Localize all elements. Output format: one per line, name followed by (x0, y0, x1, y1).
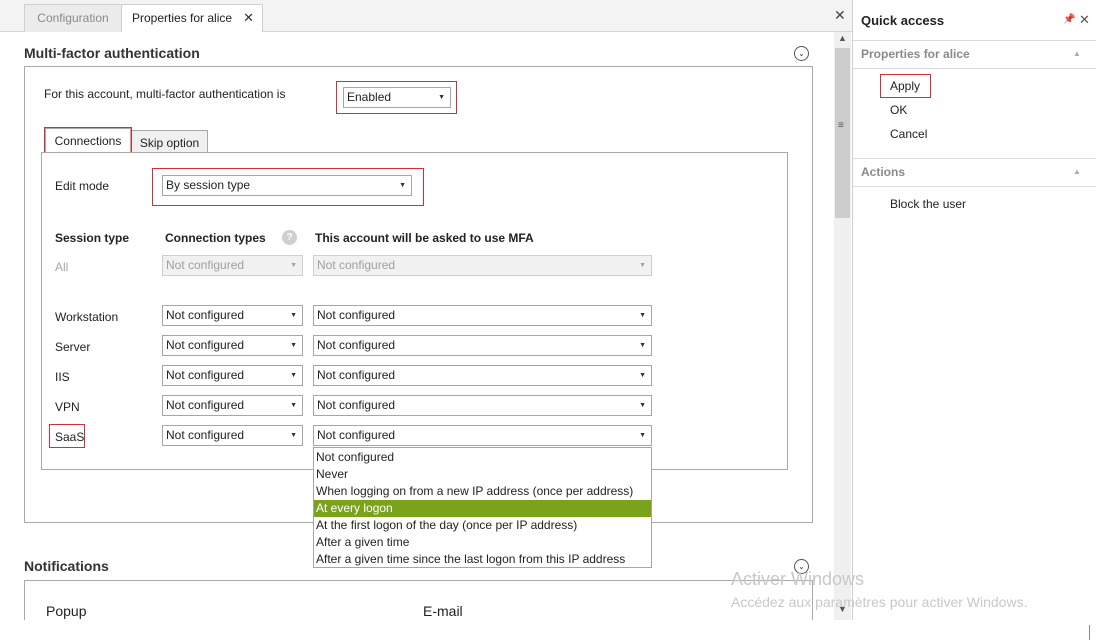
divider (853, 68, 1096, 69)
select-value: Not configured (166, 368, 245, 382)
help-icon[interactable]: ? (282, 230, 297, 245)
select-value: Not configured (166, 258, 245, 272)
collapse-mfa-icon[interactable]: ⌄ (794, 46, 809, 61)
grip-icon: ≡ (838, 120, 844, 131)
quick-access-title: Quick access (861, 13, 945, 28)
dropdown-option[interactable]: After a given time (314, 534, 651, 551)
session-type-server: Server (55, 340, 91, 354)
session-type-vpn: VPN (55, 400, 80, 414)
qa-section-properties: Properties for alice (861, 47, 970, 61)
chevron-down-icon: ▼ (290, 262, 297, 269)
dropdown-option[interactable]: Never (314, 466, 651, 483)
main-scrollbar[interactable]: ▲ ≡ ▼ (834, 32, 851, 620)
select-value: Not configured (166, 338, 245, 352)
edit-mode-label: Edit mode (55, 179, 110, 193)
chevron-down-icon: ▼ (639, 342, 646, 349)
session-type-iis: IIS (55, 370, 70, 384)
select-value: Not configured (317, 308, 396, 322)
connection-type-select-iis[interactable]: Not configured ▼ (162, 365, 303, 386)
dropdown-option[interactable]: When logging on from a new IP address (o… (314, 483, 651, 500)
select-value: Not configured (317, 428, 396, 442)
watermark-subtitle: Accédez aux paramètres pour activer Wind… (731, 594, 1028, 610)
collapse-icon[interactable]: ▲ (1073, 167, 1081, 176)
scroll-up-icon[interactable]: ▲ (834, 33, 851, 47)
chevron-down-icon: ▼ (290, 432, 297, 439)
pin-icon[interactable]: 📌 (1063, 14, 1075, 25)
collapse-icon[interactable]: ▲ (1073, 49, 1081, 58)
session-type-all: All (55, 260, 69, 274)
session-type-workstation: Workstation (55, 310, 119, 324)
email-label: E-mail (423, 603, 463, 619)
highlight-apply (880, 74, 931, 98)
dropdown-option-selected[interactable]: At every logon (314, 500, 651, 517)
separator (1089, 625, 1090, 640)
mfa-select-saas[interactable]: Not configured ▼ (313, 425, 652, 446)
chevron-down-icon: ▼ (639, 432, 646, 439)
column-ask-mfa: This account will be asked to use MFA (315, 231, 534, 245)
tab-configuration[interactable]: Configuration (24, 4, 122, 32)
column-session-type: Session type (55, 231, 130, 245)
block-user-button[interactable]: Block the user (890, 197, 966, 211)
select-value: Not configured (166, 428, 245, 442)
highlight-status (336, 81, 457, 114)
connection-type-select-vpn[interactable]: Not configured ▼ (162, 395, 303, 416)
divider (853, 40, 1096, 41)
close-icon[interactable]: ✕ (243, 5, 254, 31)
chevron-down-icon: ▼ (290, 312, 297, 319)
tab-label: Properties for alice (132, 11, 233, 25)
mfa-select-vpn[interactable]: Not configured ▼ (313, 395, 652, 416)
watermark-title: Activer Windows (731, 569, 865, 589)
dropdown-option[interactable]: Not configured (314, 449, 651, 466)
mfa-status-label: For this account, multi-factor authentic… (44, 87, 286, 101)
chevron-down-icon: ▼ (290, 342, 297, 349)
mfa-select-workstation[interactable]: Not configured ▼ (313, 305, 652, 326)
chevron-down-icon: ▼ (639, 312, 646, 319)
cancel-button[interactable]: Cancel (890, 127, 927, 141)
scroll-thumb[interactable] (835, 48, 850, 218)
chevron-down-icon: ▼ (639, 372, 646, 379)
highlight-edit-mode (152, 168, 424, 206)
notifications-title: Notifications (24, 558, 109, 574)
popup-label: Popup (46, 603, 87, 619)
dropdown-option[interactable]: After a given time since the last logon … (314, 551, 651, 568)
quick-access-panel: Quick access 📌 ✕ Properties for alice ▲ … (852, 0, 1096, 620)
mfa-section-title: Multi-factor authentication (24, 45, 200, 61)
bottom-bar (0, 620, 1096, 643)
document-tab-bar: Configuration Properties for alice ✕ (0, 0, 852, 33)
chevron-down-icon: ▼ (290, 372, 297, 379)
select-value: Not configured (317, 338, 396, 352)
mfa-select-server[interactable]: Not configured ▼ (313, 335, 652, 356)
divider (853, 186, 1096, 187)
close-document-icon[interactable]: ✕ (834, 7, 846, 24)
connection-type-select-server[interactable]: Not configured ▼ (162, 335, 303, 356)
chevron-down-icon: ▼ (639, 402, 646, 409)
tab-properties-for-alice[interactable]: Properties for alice ✕ (121, 4, 263, 33)
select-value: Not configured (317, 258, 396, 272)
connection-type-select-all: Not configured ▼ (162, 255, 303, 276)
connection-type-select-workstation[interactable]: Not configured ▼ (162, 305, 303, 326)
mfa-select-all: Not configured ▼ (313, 255, 652, 276)
divider (853, 158, 1096, 159)
select-value: Not configured (166, 398, 245, 412)
connection-type-select-saas[interactable]: Not configured ▼ (162, 425, 303, 446)
mfa-select-iis[interactable]: Not configured ▼ (313, 365, 652, 386)
qa-section-actions: Actions (861, 165, 906, 179)
select-value: Not configured (317, 398, 396, 412)
dropdown-option[interactable]: At the first logon of the day (once per … (314, 517, 651, 534)
select-value: Not configured (317, 368, 396, 382)
chevron-down-icon: ▼ (639, 262, 646, 269)
ok-button[interactable]: OK (890, 103, 907, 117)
close-icon[interactable]: ✕ (1079, 12, 1090, 28)
highlight-saas (49, 424, 85, 448)
mfa-dropdown-list: Not configured Never When logging on fro… (313, 447, 652, 568)
select-value: Not configured (166, 308, 245, 322)
chevron-down-icon: ▼ (290, 402, 297, 409)
column-connection-types: Connection types (165, 231, 266, 245)
